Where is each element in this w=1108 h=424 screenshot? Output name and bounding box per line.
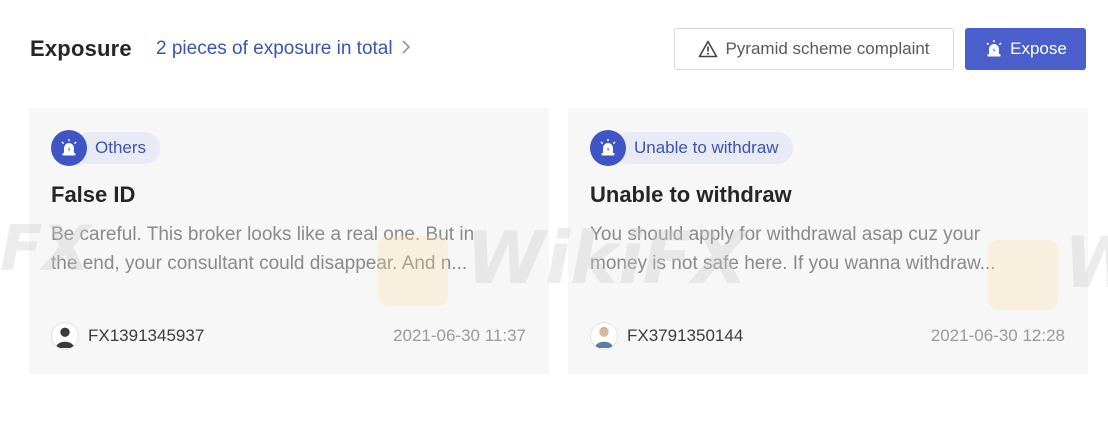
alarm-light-icon <box>590 130 626 166</box>
chevron-right-icon <box>401 39 411 60</box>
card-excerpt: Be careful. This broker looks like a rea… <box>51 220 527 278</box>
card-excerpt-line: money is not safe here. If you wanna wit… <box>590 253 996 274</box>
alarm-light-icon <box>986 40 1002 57</box>
exposure-card[interactable]: Others False ID Be careful. This broker … <box>29 108 549 374</box>
exposure-card[interactable]: Unable to withdraw Unable to withdraw Yo… <box>568 108 1088 374</box>
exposure-header: Exposure 2 pieces of exposure in total P… <box>0 0 1108 100</box>
card-title: Unable to withdraw <box>590 182 792 207</box>
card-excerpt-line: You should apply for withdrawal asap cuz… <box>590 224 981 245</box>
user-avatar-icon <box>51 322 79 350</box>
pyramid-scheme-complaint-button[interactable]: Pyramid scheme complaint <box>674 28 954 70</box>
user-avatar-icon <box>590 322 618 350</box>
card-excerpt-line: Be careful. This broker looks like a rea… <box>51 224 475 245</box>
card-date: 2021-06-30 12:28 <box>930 326 1065 345</box>
expose-button[interactable]: Expose <box>965 28 1086 70</box>
warning-triangle-icon <box>699 40 718 58</box>
author-id: FX3791350144 <box>627 326 744 345</box>
category-tag: Unable to withdraw <box>590 130 793 166</box>
card-title: False ID <box>51 182 136 207</box>
exposure-total-label: 2 pieces of exposure in total <box>156 38 393 59</box>
card-date: 2021-06-30 11:37 <box>393 326 526 345</box>
expose-button-label: Expose <box>1010 39 1067 58</box>
author-id: FX1391345937 <box>88 326 205 345</box>
card-excerpt-line: the end, your consultant could disappear… <box>51 253 468 274</box>
alarm-light-icon <box>51 130 87 166</box>
category-tag-label: Unable to withdraw <box>612 132 793 164</box>
category-tag: Others <box>51 130 161 166</box>
exposure-total-link[interactable]: 2 pieces of exposure in total <box>156 38 411 60</box>
complaint-button-label: Pyramid scheme complaint <box>725 39 930 58</box>
card-author: FX3791350144 <box>590 322 743 350</box>
card-author: FX1391345937 <box>51 322 204 350</box>
section-title: Exposure <box>30 36 132 61</box>
card-excerpt: You should apply for withdrawal asap cuz… <box>590 220 1066 278</box>
